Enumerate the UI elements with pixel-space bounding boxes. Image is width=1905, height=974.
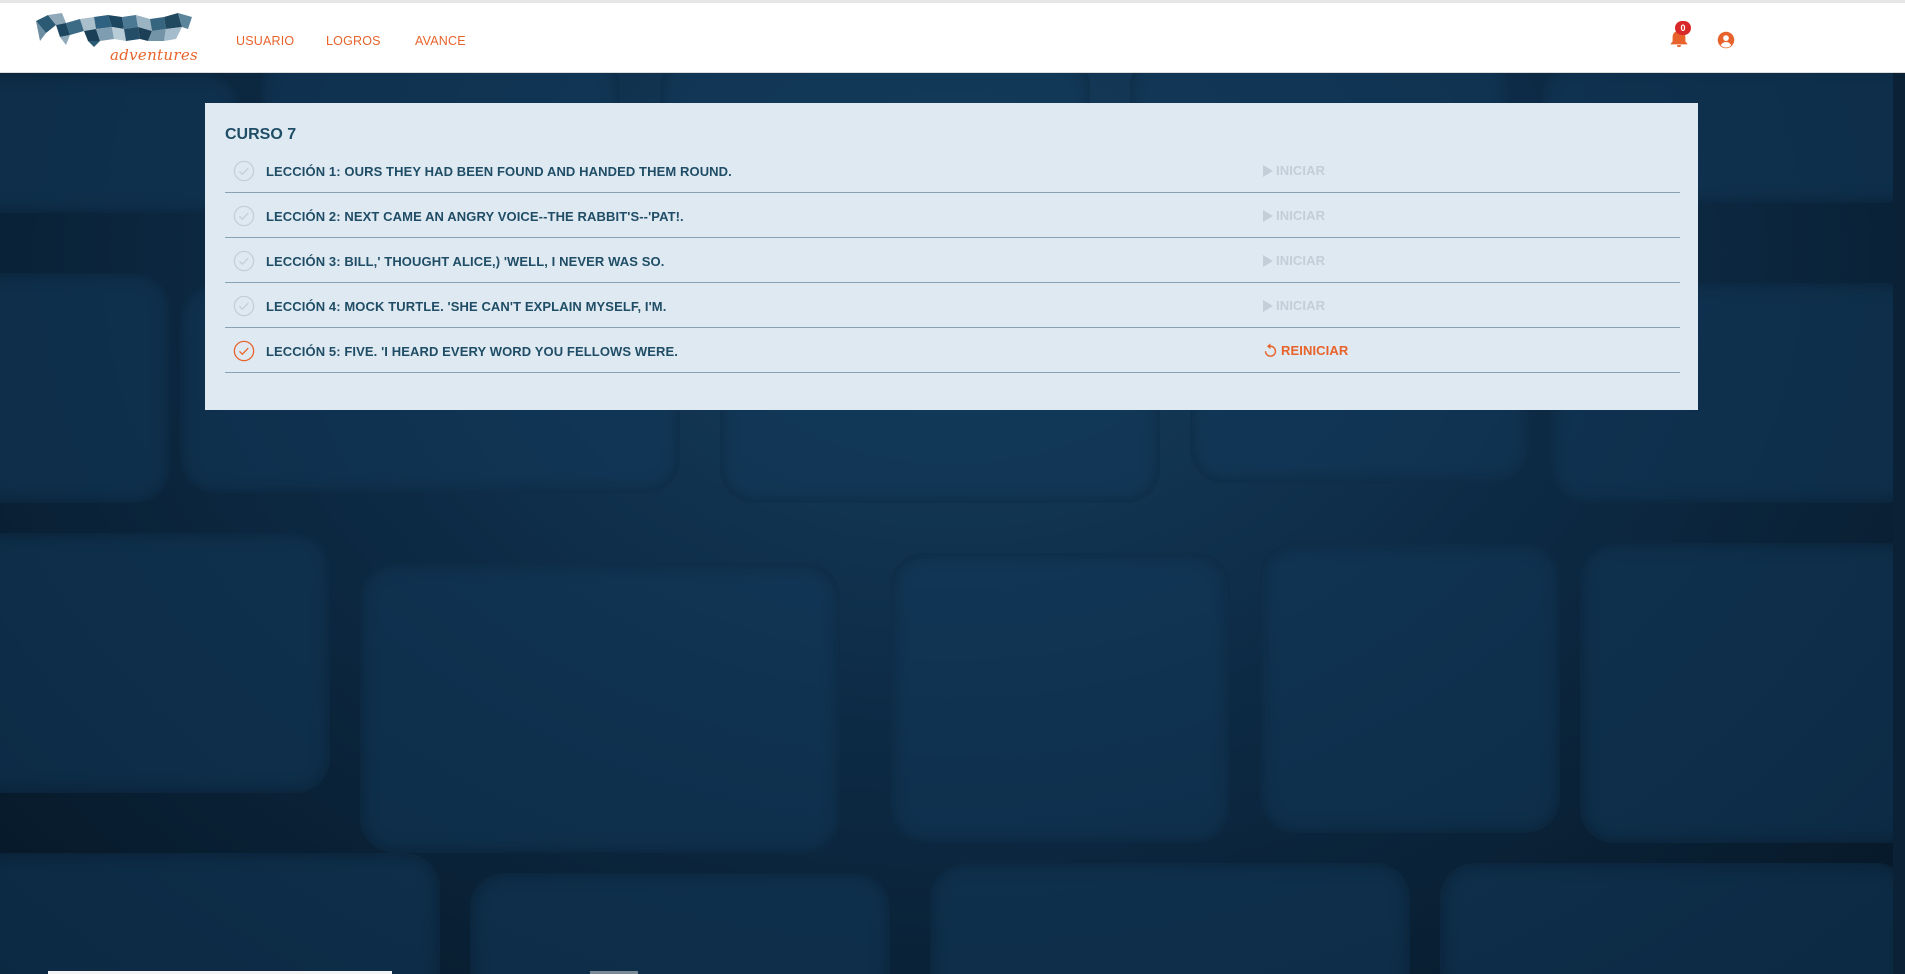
play-icon bbox=[1263, 299, 1273, 312]
nav-usuario[interactable]: USUARIO bbox=[236, 34, 294, 48]
logo-text: adventures bbox=[110, 46, 198, 64]
play-icon bbox=[1263, 164, 1273, 177]
check-circle-icon bbox=[233, 340, 255, 362]
check-circle-icon bbox=[233, 295, 255, 317]
course-title: CURSO 7 bbox=[225, 126, 297, 143]
course-panel: CURSO 7 LECCIÓN 1: OURS THEY HAD BEEN FO… bbox=[205, 103, 1698, 410]
check-circle-icon bbox=[233, 205, 255, 227]
lesson-row: LECCIÓN 3: BILL,' THOUGHT ALICE,) 'WELL,… bbox=[225, 238, 1680, 283]
lesson-title: LECCIÓN 4: MOCK TURTLE. 'SHE CAN'T EXPLA… bbox=[266, 299, 667, 314]
nav-avance[interactable]: AVANCE bbox=[415, 34, 466, 48]
play-icon bbox=[1263, 209, 1273, 222]
lesson-title: LECCIÓN 2: NEXT CAME AN ANGRY VOICE--THE… bbox=[266, 209, 684, 224]
start-lesson-button[interactable]: INICIAR bbox=[1262, 207, 1325, 223]
lesson-title: LECCIÓN 3: BILL,' THOUGHT ALICE,) 'WELL,… bbox=[266, 254, 665, 269]
start-lesson-button[interactable]: INICIAR bbox=[1262, 297, 1325, 313]
page-scrollbar[interactable] bbox=[1893, 73, 1905, 974]
start-lesson-button[interactable]: INICIAR bbox=[1262, 252, 1325, 268]
restart-lesson-button[interactable]: REINICIAR bbox=[1262, 342, 1348, 359]
lesson-row: LECCIÓN 5: FIVE. 'I HEARD EVERY WORD YOU… bbox=[225, 328, 1680, 373]
check-circle-icon bbox=[233, 160, 255, 182]
start-lesson-button[interactable]: INICIAR bbox=[1262, 162, 1325, 178]
top-navbar: adventures USUARIO LOGROS AVANCE 0 bbox=[0, 3, 1905, 73]
user-circle-icon[interactable] bbox=[1717, 31, 1735, 49]
notification-badge: 0 bbox=[1675, 21, 1691, 35]
nav-logros[interactable]: LOGROS bbox=[326, 34, 381, 48]
lesson-row: LECCIÓN 4: MOCK TURTLE. 'SHE CAN'T EXPLA… bbox=[225, 283, 1680, 328]
lesson-title: LECCIÓN 1: OURS THEY HAD BEEN FOUND AND … bbox=[266, 164, 732, 179]
lesson-title: LECCIÓN 5: FIVE. 'I HEARD EVERY WORD YOU… bbox=[266, 344, 679, 359]
restart-icon bbox=[1264, 343, 1277, 357]
lesson-row: LECCIÓN 2: NEXT CAME AN ANGRY VOICE--THE… bbox=[225, 193, 1680, 238]
check-circle-icon bbox=[233, 250, 255, 272]
play-icon bbox=[1263, 254, 1273, 267]
lesson-row: LECCIÓN 1: OURS THEY HAD BEEN FOUND AND … bbox=[225, 148, 1680, 193]
lesson-list: LECCIÓN 1: OURS THEY HAD BEEN FOUND AND … bbox=[225, 148, 1680, 373]
brand-logo[interactable]: adventures bbox=[36, 11, 206, 64]
